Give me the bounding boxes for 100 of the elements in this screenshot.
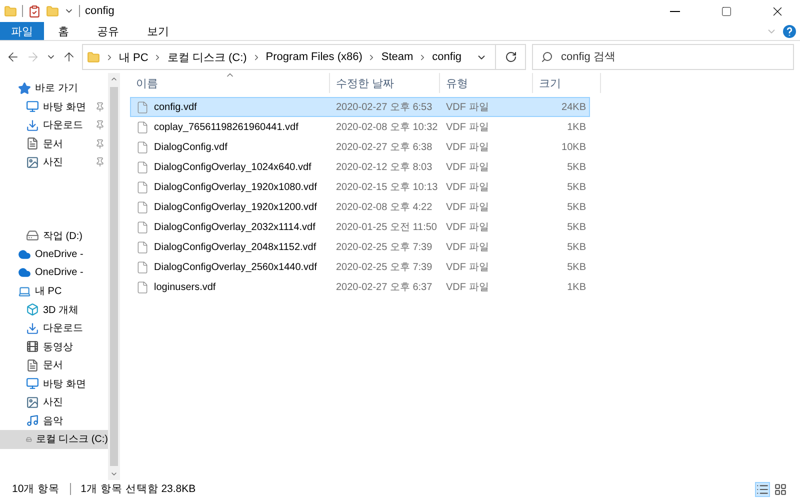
type-cell-text: VDF 파일: [446, 121, 489, 134]
picture-icon: [26, 396, 39, 409]
type-cell-text: VDF 파일: [446, 241, 489, 254]
scrollbar[interactable]: [108, 73, 120, 480]
sidebar-item[interactable]: OneDrive -: [0, 245, 108, 264]
column-header[interactable]: 이름: [130, 73, 330, 93]
file-name: DialogConfigOverlay_2048x1152.vdf: [154, 242, 316, 252]
file-row[interactable]: DialogConfigOverlay_2048x1152.vdf 2020-02-25 오후 7:39 VDF 파일 5KB: [130, 237, 590, 257]
cloud-icon: [18, 248, 31, 261]
file-icon: [136, 100, 149, 114]
sidebar-item[interactable]: 3D 개체: [0, 300, 108, 319]
item-count: 10개 항목: [12, 482, 60, 496]
sidebar-item[interactable]: 다운로드: [0, 116, 108, 134]
file-row[interactable]: loginusers.vdf 2020-02-27 오후 6:37 VDF 파일 1KB: [130, 277, 590, 297]
file-row[interactable]: DialogConfigOverlay_1920x1200.vdf 2020-02-08 오후 4:22 VDF 파일 5KB: [130, 197, 590, 217]
file-name: loginusers.vdf: [154, 282, 216, 292]
ribbon-tab[interactable]: 공유: [83, 22, 133, 40]
details-view-button[interactable]: [755, 482, 770, 496]
date-cell-text: 2020-02-25 오후 7:39: [336, 261, 432, 274]
document-icon: [26, 137, 39, 150]
search-icon: [541, 51, 553, 63]
sidebar-item[interactable]: 문서: [0, 356, 108, 374]
file-icon: [136, 240, 149, 254]
file-icon: [136, 280, 149, 294]
size-cell: 5KB: [567, 222, 586, 232]
breadcrumb[interactable]: 내 PC: [119, 50, 148, 64]
search-field[interactable]: config 검색: [532, 44, 794, 70]
date-cell-text: 2020-02-27 오후 6:38: [336, 141, 432, 154]
pin-icon: [95, 102, 105, 112]
sidebar-item[interactable]: 내 PC: [0, 282, 108, 300]
sidebar-item[interactable]: 사진: [0, 153, 108, 172]
sidebar-item[interactable]: 문서: [0, 134, 108, 153]
cloud-icon: [18, 266, 31, 280]
type-cell-text: VDF 파일: [446, 201, 489, 214]
sidebar-item[interactable]: OneDrive -: [0, 264, 108, 282]
sidebar-item[interactable]: 작업 (D:): [0, 226, 108, 245]
file-row[interactable]: DialogConfigOverlay_2560x1440.vdf 2020-02-25 오후 7:39 VDF 파일 5KB: [130, 257, 590, 277]
file-row[interactable]: DialogConfig.vdf 2020-02-27 오후 6:38 VDF 파일 10KB: [130, 137, 590, 157]
type-cell-text: VDF 파일: [446, 221, 489, 234]
sidebar-item[interactable]: 음악: [0, 412, 108, 430]
film-icon: [26, 340, 39, 354]
cube-icon: [26, 303, 39, 316]
ribbon-tab[interactable]: 보기: [133, 22, 183, 40]
help-icon[interactable]: [783, 24, 796, 38]
date-cell-text: 2020-02-27 오후 6:37: [336, 281, 432, 294]
date-cell-text: 2020-01-25 오전 11:50: [336, 221, 437, 234]
ribbon-tab[interactable]: 홈: [44, 22, 83, 40]
sidebar-item[interactable]: 다운로드: [0, 319, 108, 338]
up-button[interactable]: [62, 50, 76, 64]
file-icon: [136, 260, 149, 274]
file-icon: [136, 140, 149, 154]
checklist-icon[interactable]: [28, 4, 41, 18]
type-cell-text: VDF 파일: [446, 101, 489, 114]
size-cell: 5KB: [567, 182, 586, 192]
breadcrumb[interactable]: Steam: [381, 51, 414, 63]
file-name: DialogConfigOverlay_1920x1080.vdf: [154, 182, 317, 192]
sidebar-item[interactable]: 사진: [0, 393, 108, 412]
size-cell: 5KB: [567, 202, 586, 212]
breadcrumb[interactable]: config: [432, 51, 462, 63]
refresh-button[interactable]: [496, 44, 526, 70]
breadcrumb[interactable]: Program Files (x86): [266, 51, 362, 63]
type-cell-text: VDF 파일: [446, 181, 489, 194]
pin-icon: [95, 138, 105, 149]
file-row[interactable]: DialogConfigOverlay_1920x1080.vdf 2020-02-15 오후 10:13 VDF 파일 5KB: [130, 177, 590, 197]
scroll-down-icon[interactable]: [110, 470, 118, 478]
ribbon-tab[interactable]: 파일: [0, 22, 44, 40]
file-icon: [136, 160, 149, 174]
date-cell-text: 2020-02-08 오후 10:32: [336, 121, 438, 134]
file-row[interactable]: DialogConfigOverlay_1024x640.vdf 2020-02-12 오후 8:03 VDF 파일 5KB: [130, 157, 590, 177]
file-name: DialogConfig.vdf: [154, 142, 228, 152]
selection-info: 1개 항목 선택함 23.8KB: [80, 482, 196, 496]
file-row[interactable]: coplay_76561198261960441.vdf 2020-02-08 오후 10:32 VDF 파일 1KB: [130, 117, 590, 137]
date-cell-text: 2020-02-25 오후 7:39: [336, 241, 432, 254]
sidebar-item[interactable]: 바탕 화면: [0, 374, 108, 393]
column-header[interactable]: 수정한 날짜: [330, 73, 440, 93]
sidebar-item[interactable]: 동영상: [0, 338, 108, 356]
type-cell-text: VDF 파일: [446, 261, 489, 274]
sidebar-item[interactable]: 바탕 화면: [0, 98, 108, 116]
back-button[interactable]: [6, 50, 20, 64]
column-header[interactable]: 크기: [533, 73, 601, 93]
date-cell-text: 2020-02-08 오후 4:22: [336, 201, 432, 214]
breadcrumb[interactable]: 로컬 디스크 (C:): [167, 50, 247, 64]
address-bar[interactable]: 내 PC 로컬 디스크 (C:) Program Files (x86) Steam config: [82, 44, 496, 70]
pin-icon: [95, 120, 105, 130]
column-header[interactable]: 유형: [440, 73, 533, 93]
file-row[interactable]: DialogConfigOverlay_2032x1114.vdf 2020-01-25 오전 11:50 VDF 파일 5KB: [130, 217, 590, 237]
type-cell-text: VDF 파일: [446, 141, 489, 154]
monitor-icon: [26, 100, 39, 114]
file-icon: [136, 180, 149, 194]
picture-icon: [26, 156, 39, 169]
music-note-icon: [26, 414, 39, 428]
file-icon: [136, 120, 149, 134]
file-row[interactable]: config.vdf 2020-02-27 오후 6:53 VDF 파일 24KB: [130, 97, 590, 117]
drive-icon: [26, 229, 39, 242]
file-name: DialogConfigOverlay_2560x1440.vdf: [154, 262, 317, 272]
sidebar-item[interactable]: 바로 가기: [0, 79, 108, 98]
thumbnail-view-button[interactable]: [773, 482, 788, 496]
sidebar-item[interactable]: 로컬 디스크 (C:): [0, 430, 108, 448]
scroll-up-icon[interactable]: [110, 75, 118, 83]
size-cell: 10KB: [562, 142, 586, 152]
